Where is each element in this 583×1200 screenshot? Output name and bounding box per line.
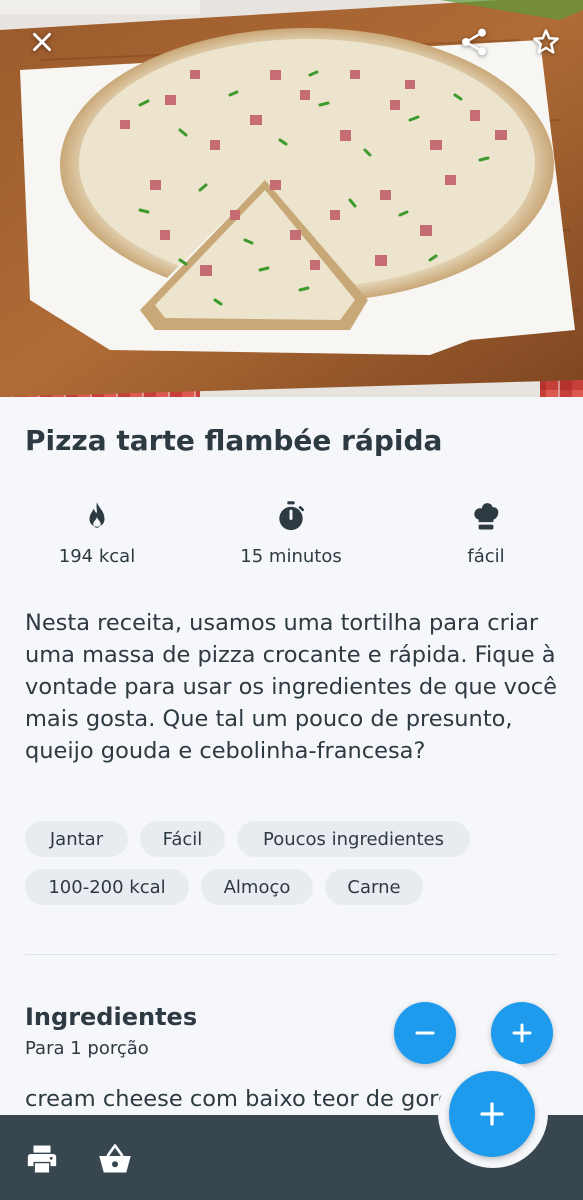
tag-chip[interactable]: Carne <box>325 869 423 905</box>
flame-icon <box>89 502 105 528</box>
decrease-portion-button[interactable] <box>394 1002 456 1064</box>
increase-portion-button[interactable] <box>491 1002 553 1064</box>
plus-icon <box>480 1102 504 1126</box>
calories-stat: 194 kcal <box>17 498 177 567</box>
portion-label: Para 1 porção <box>25 1038 149 1059</box>
pizza-photo <box>0 0 583 397</box>
favorite-button[interactable] <box>526 22 566 62</box>
tag-chip[interactable]: 100-200 kcal <box>25 869 189 905</box>
recipe-title: Pizza tarte flambée rápida <box>25 424 443 457</box>
share-button[interactable] <box>454 22 494 62</box>
tag-chip[interactable]: Poucos ingredientes <box>237 821 470 857</box>
star-outline-icon <box>533 29 559 54</box>
add-to-plan-button[interactable] <box>449 1071 535 1157</box>
shopping-basket-icon <box>99 1144 131 1173</box>
stopwatch-icon <box>279 501 305 531</box>
recipe-hero-image <box>0 0 583 397</box>
shopping-list-button[interactable] <box>95 1139 135 1179</box>
tag-chip[interactable]: Fácil <box>140 821 225 857</box>
difficulty-value: fácil <box>467 546 505 567</box>
share-icon <box>462 28 486 56</box>
time-value: 15 minutos <box>240 546 342 567</box>
chef-hat-icon <box>474 503 499 530</box>
ingredients-heading: Ingredientes <box>25 1003 198 1031</box>
plus-icon <box>512 1023 532 1043</box>
difficulty-stat: fácil <box>406 498 566 567</box>
minus-icon <box>415 1031 435 1035</box>
tag-chip[interactable]: Almoço <box>201 869 313 905</box>
tag-chip[interactable]: Jantar <box>25 821 128 857</box>
close-button[interactable] <box>22 22 62 62</box>
time-stat: 15 minutos <box>211 498 371 567</box>
section-divider <box>25 954 558 955</box>
print-button[interactable] <box>22 1139 62 1179</box>
close-icon <box>33 33 51 51</box>
calories-value: 194 kcal <box>58 546 136 567</box>
recipe-description: Nesta receita, usamos uma tortilha para … <box>25 610 557 764</box>
printer-icon <box>27 1145 57 1173</box>
